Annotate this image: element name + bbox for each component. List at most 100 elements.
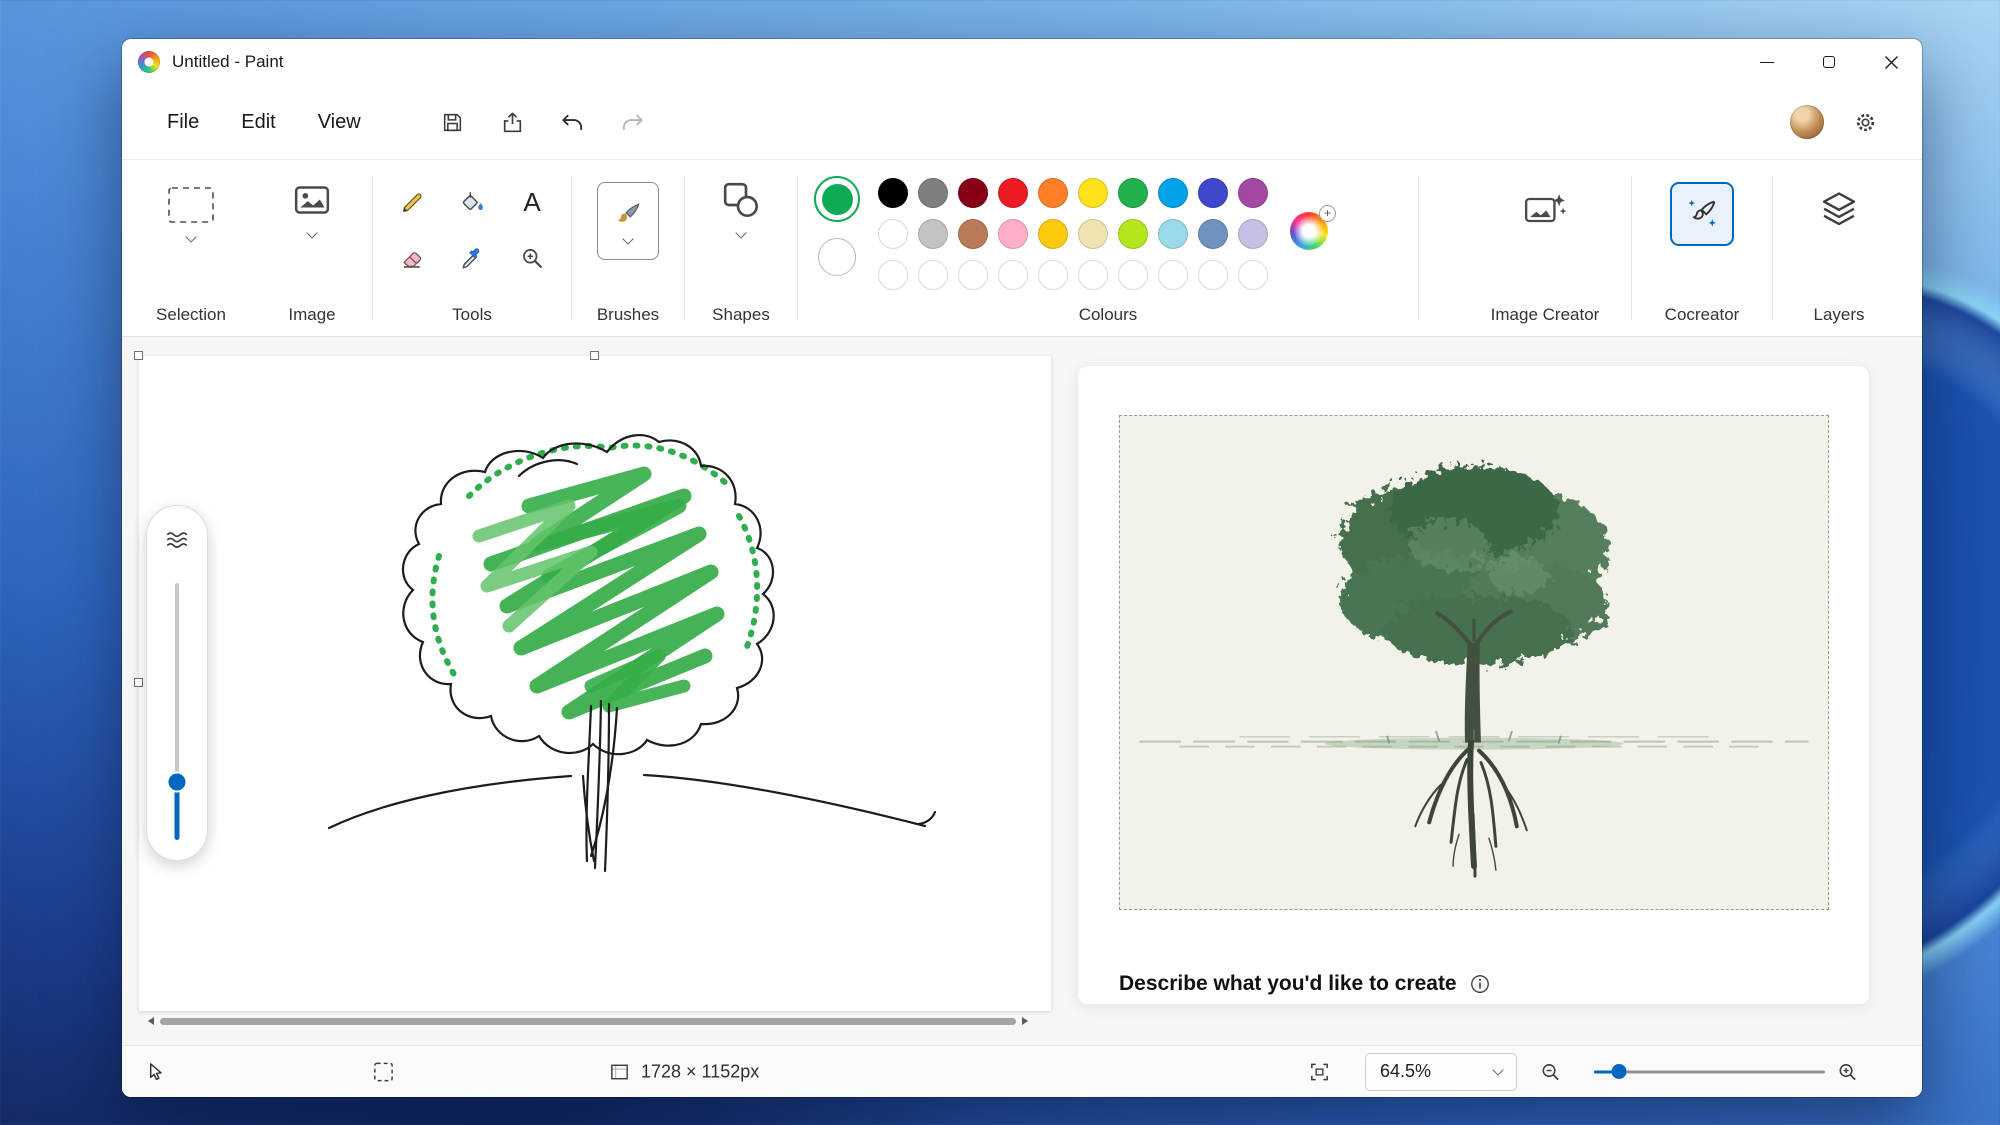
- canvas-resize-handle-left-middle[interactable]: [134, 678, 143, 687]
- slider-thumb[interactable]: [169, 774, 186, 791]
- colour-swatch[interactable]: [1038, 178, 1068, 208]
- chevron-down-icon[interactable]: [306, 227, 317, 238]
- brushes-button[interactable]: [597, 182, 659, 260]
- chevron-down-icon: [622, 233, 633, 244]
- horizontal-scrollbar[interactable]: [148, 1015, 1028, 1027]
- cocreator-label: Cocreator: [1665, 305, 1740, 325]
- colour-swatch[interactable]: [998, 219, 1028, 249]
- scroll-left-arrow[interactable]: [148, 1017, 154, 1025]
- colour-swatch[interactable]: [1158, 219, 1188, 249]
- save-icon: [440, 110, 465, 135]
- scroll-right-arrow[interactable]: [1022, 1017, 1028, 1025]
- empty-colour-slot[interactable]: [1078, 260, 1108, 290]
- menu-edit[interactable]: Edit: [220, 102, 296, 143]
- zoom-slider-thumb[interactable]: [1612, 1064, 1627, 1079]
- canvas-resize-handle-top-left[interactable]: [134, 351, 143, 360]
- save-button[interactable]: [430, 99, 476, 145]
- status-bar: 1728 × 1152px 64.5%: [122, 1045, 1922, 1097]
- edit-colours-button[interactable]: +: [1290, 212, 1328, 250]
- chevron-down-icon[interactable]: [735, 227, 746, 238]
- title-bar[interactable]: Untitled - Paint: [122, 39, 1922, 85]
- eyedropper-tool[interactable]: [448, 236, 496, 280]
- empty-colour-slot[interactable]: [1238, 260, 1268, 290]
- colour-swatch[interactable]: [1078, 219, 1108, 249]
- empty-colour-slot[interactable]: [998, 260, 1028, 290]
- chevron-down-icon[interactable]: [185, 231, 196, 242]
- eraser-tool[interactable]: [388, 236, 436, 280]
- colour-swatch[interactable]: [918, 178, 948, 208]
- redo-icon: [620, 110, 645, 135]
- colour-swatch[interactable]: [918, 219, 948, 249]
- zoom-slider[interactable]: [1594, 1070, 1825, 1073]
- magnifier-icon: [519, 245, 546, 272]
- image-creator-label: Image Creator: [1491, 305, 1600, 325]
- scrollbar-thumb[interactable]: [160, 1018, 1016, 1025]
- empty-colour-slot[interactable]: [1158, 260, 1188, 290]
- prompt-heading: Describe what you'd like to create: [1119, 972, 1457, 996]
- image-creator-section[interactable]: Image Creator: [1459, 168, 1631, 336]
- info-icon[interactable]: [1469, 973, 1491, 995]
- minimize-button[interactable]: [1736, 39, 1798, 85]
- zoom-in-icon: [1836, 1060, 1859, 1083]
- colour-swatch[interactable]: [878, 219, 908, 249]
- cocreator-button[interactable]: [1670, 182, 1734, 246]
- image-section[interactable]: Image: [252, 160, 372, 336]
- zoom-out-button[interactable]: [1539, 1060, 1562, 1083]
- fill-tool[interactable]: [448, 180, 496, 224]
- canvas-size-indicator: 1728 × 1152px: [608, 1060, 759, 1083]
- chevron-down-icon: [1492, 1064, 1503, 1075]
- settings-button[interactable]: [1842, 99, 1888, 145]
- account-avatar[interactable]: [1790, 105, 1824, 139]
- colour-swatch[interactable]: [958, 178, 988, 208]
- empty-colour-slot[interactable]: [918, 260, 948, 290]
- selection-section[interactable]: Selection: [130, 160, 252, 336]
- generated-image: [1120, 416, 1828, 909]
- share-icon: [500, 110, 525, 135]
- text-tool[interactable]: A: [508, 180, 556, 224]
- menu-view[interactable]: View: [297, 102, 382, 143]
- empty-colour-slot[interactable]: [1038, 260, 1068, 290]
- colour-swatch[interactable]: [1078, 178, 1108, 208]
- colour-swatch[interactable]: [878, 178, 908, 208]
- colour-swatch[interactable]: [1118, 219, 1148, 249]
- window-controls: [1736, 39, 1922, 85]
- menu-file[interactable]: File: [146, 102, 220, 143]
- undo-button[interactable]: [550, 99, 596, 145]
- pencil-tool[interactable]: [388, 180, 436, 224]
- tools-label: Tools: [452, 305, 492, 325]
- shapes-section[interactable]: Shapes: [685, 160, 797, 336]
- image-creator-icon: [1523, 188, 1567, 232]
- drawing-canvas[interactable]: [139, 356, 1051, 1011]
- thickness-slider[interactable]: [146, 505, 208, 861]
- zoom-select[interactable]: 64.5%: [1365, 1053, 1517, 1091]
- colour-swatch[interactable]: [1038, 219, 1068, 249]
- text-tool-icon: A: [523, 187, 540, 218]
- colour-swatch[interactable]: [1198, 219, 1228, 249]
- magnifier-tool[interactable]: [508, 236, 556, 280]
- share-button[interactable]: [490, 99, 536, 145]
- generated-image-preview[interactable]: [1119, 415, 1829, 910]
- empty-colour-slot[interactable]: [958, 260, 988, 290]
- colour-swatch[interactable]: [1238, 219, 1268, 249]
- layers-section[interactable]: Layers: [1773, 168, 1905, 336]
- undo-icon: [560, 110, 585, 135]
- close-button[interactable]: [1860, 39, 1922, 85]
- canvas-resize-handle-top-center[interactable]: [590, 351, 599, 360]
- empty-colour-slot[interactable]: [1118, 260, 1148, 290]
- colour-swatch[interactable]: [958, 219, 988, 249]
- colour-swatch[interactable]: [1238, 178, 1268, 208]
- selected-colour[interactable]: [814, 176, 860, 222]
- colour-swatch[interactable]: [1198, 178, 1228, 208]
- empty-colour-slot[interactable]: [878, 260, 908, 290]
- secondary-colour[interactable]: [818, 238, 856, 276]
- fit-screen-button[interactable]: [1308, 1060, 1331, 1083]
- maximize-button[interactable]: [1798, 39, 1860, 85]
- close-icon: [1884, 55, 1899, 70]
- redo-button[interactable]: [610, 99, 656, 145]
- colour-swatch[interactable]: [1158, 178, 1188, 208]
- zoom-out-icon: [1539, 1060, 1562, 1083]
- colour-swatch[interactable]: [1118, 178, 1148, 208]
- empty-colour-slot[interactable]: [1198, 260, 1228, 290]
- colour-swatch[interactable]: [998, 178, 1028, 208]
- zoom-in-button[interactable]: [1836, 1060, 1859, 1083]
